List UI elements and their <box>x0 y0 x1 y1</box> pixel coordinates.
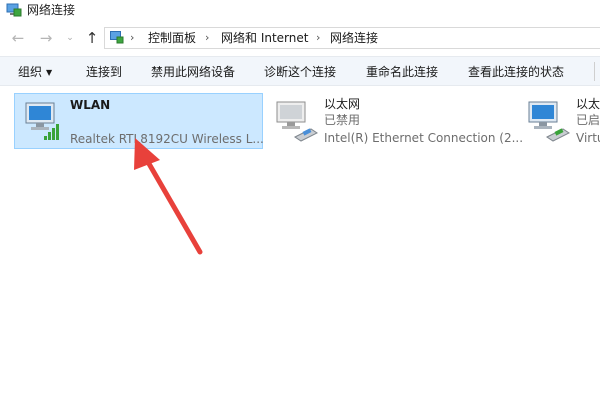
connection-device: Realtek RTL8192CU Wireless L... <box>70 132 264 146</box>
diagnose-connection-button[interactable]: 诊断这个连接 <box>264 65 336 79</box>
breadcrumb-separator: › <box>130 31 135 44</box>
breadcrumb-separator: › <box>316 31 321 44</box>
control-panel-icon <box>110 31 124 44</box>
connection-status: 已禁用 <box>324 113 361 127</box>
ethernet-adapter-icon <box>276 101 318 142</box>
breadcrumb-separator: › <box>205 31 210 44</box>
breadcrumb-control-panel[interactable]: 控制面板 <box>148 28 196 48</box>
connect-to-button[interactable]: 连接到 <box>86 65 122 79</box>
connection-device: Intel(R) Ethernet Connection (2... <box>324 131 524 145</box>
rename-connection-button[interactable]: 重命名此连接 <box>366 65 438 79</box>
dropdown-caret-icon: ▼ <box>46 68 53 77</box>
organize-menu-button[interactable]: 组织 ▼ <box>18 65 52 80</box>
window-title: 网络连接 <box>27 3 76 17</box>
breadcrumb-network-connections[interactable]: 网络连接 <box>330 28 378 48</box>
up-arrow-icon[interactable]: ↑ <box>82 28 102 48</box>
connection-device: Virtu <box>576 131 600 145</box>
title-bar: 网络连接 <box>0 0 600 22</box>
connection-name: 以太 <box>576 97 600 111</box>
toolbar-divider <box>594 62 595 81</box>
ethernet-adapter-icon <box>528 101 570 142</box>
navigation-bar: ← → ⌄ ↑ › 控制面板 › 网络和 Internet › 网络连接 <box>0 26 600 52</box>
address-bar[interactable]: › 控制面板 › 网络和 Internet › 网络连接 <box>104 27 600 49</box>
wifi-adapter-icon <box>25 102 59 140</box>
connection-tile-ethernet[interactable]: 以太网 已禁用 Intel(R) Ethernet Connection (2.… <box>268 93 523 149</box>
network-folder-icon <box>6 3 22 17</box>
breadcrumb-network-internet[interactable]: 网络和 Internet <box>221 28 308 48</box>
command-bar: 组织 ▼ 连接到 禁用此网络设备 诊断这个连接 重命名此连接 查看此连接的状态 <box>0 56 600 86</box>
organize-label: 组织 <box>18 65 43 79</box>
back-arrow-icon[interactable]: ← <box>8 28 28 48</box>
connection-tile-wlan[interactable]: WLAN Realtek RTL8192CU Wireless L... <box>14 93 264 149</box>
forward-arrow-icon[interactable]: → <box>36 28 56 48</box>
disable-device-button[interactable]: 禁用此网络设备 <box>151 65 235 79</box>
connection-tile-virtual[interactable]: 以太 已启 Virtu <box>520 93 600 149</box>
connection-name: WLAN <box>70 98 111 112</box>
connection-name: 以太网 <box>324 97 361 111</box>
connection-status: 已启 <box>576 113 600 127</box>
recent-locations-chevron-icon[interactable]: ⌄ <box>60 28 80 48</box>
view-status-button[interactable]: 查看此连接的状态 <box>468 65 564 79</box>
